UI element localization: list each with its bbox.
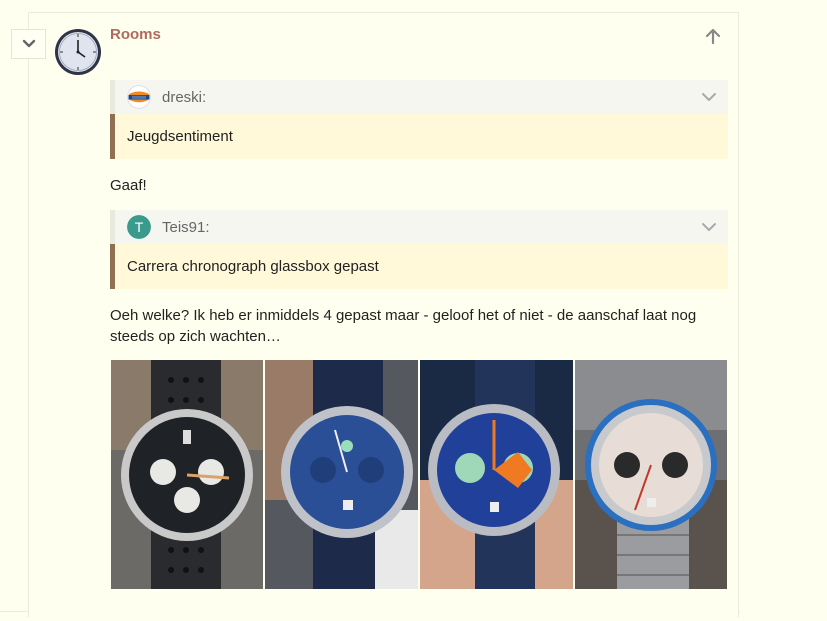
quote-text: Carrera chronograph glassbox gepast: [110, 244, 728, 289]
wall-clock-icon: [55, 29, 101, 75]
quote-block: T Teis91: Carrera chronograph glassbox g…: [110, 210, 728, 289]
black-carrera-chronograph-photo[interactable]: [111, 360, 263, 589]
chevron-down-icon[interactable]: [702, 220, 716, 234]
avatar[interactable]: [54, 28, 102, 76]
quote-author: Teis91:: [162, 218, 210, 236]
avatar-letter: T: [135, 219, 144, 235]
reply-to-button[interactable]: [703, 26, 723, 46]
quote-block: dreski: Jeugdsentiment: [110, 80, 728, 159]
quote-header[interactable]: dreski:: [110, 80, 728, 114]
letter-avatar-icon: T: [127, 215, 151, 239]
silver-panda-carrera-chronograph-photo[interactable]: [575, 360, 727, 589]
quote-header[interactable]: T Teis91:: [110, 210, 728, 244]
arrow-up-icon: [705, 28, 721, 45]
photo-gallery: [111, 360, 727, 589]
post-username[interactable]: Rooms: [110, 26, 161, 43]
quote-author: dreski:: [162, 88, 207, 106]
chevron-down-icon[interactable]: [702, 90, 716, 104]
blue-orange-carrera-chronograph-photo[interactable]: [420, 360, 573, 589]
collapse-post-button[interactable]: [11, 29, 46, 59]
quote-text: Jeugdsentiment: [110, 114, 728, 159]
blue-carrera-chronograph-photo[interactable]: [265, 360, 418, 589]
post-paragraph: Gaaf!: [110, 177, 147, 194]
chevron-down-icon: [22, 39, 35, 48]
post-paragraph: Oeh welke? Ik heb er inmiddels 4 gepast …: [110, 307, 697, 345]
dreski-logo-icon: [127, 85, 151, 109]
